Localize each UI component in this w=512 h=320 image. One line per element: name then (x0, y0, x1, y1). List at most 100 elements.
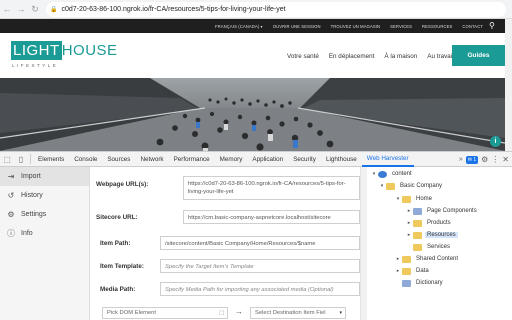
topnav-find-store[interactable]: TROUVEZ UN MAGASIN (331, 24, 381, 29)
search-icon[interactable]: ⚲ (489, 21, 495, 30)
topnav-language[interactable]: FRANÇAIS (CANADA) ▾ (215, 24, 263, 29)
document-icon (413, 207, 422, 215)
topnav-login[interactable]: OUVRIR UNE SESSION (273, 24, 321, 29)
tab-divider (30, 154, 31, 164)
folder-icon (402, 267, 411, 275)
page-scrollbar[interactable] (505, 19, 512, 151)
tree-node-label: Services (427, 244, 451, 250)
back-icon[interactable]: ← (0, 0, 14, 19)
tree-node-content[interactable]: ▾ content (370, 169, 414, 179)
logo-rest: HOUSE (61, 42, 118, 59)
topnav-resources[interactable]: RESSOURCES (422, 24, 452, 29)
tree-node-services[interactable]: Services (405, 242, 452, 252)
menu-item-settings[interactable]: ⚙ Settings (0, 205, 89, 224)
media-path-input[interactable]: Specify Media Path for importing any ass… (160, 282, 360, 296)
settings-icon: ⚙ (7, 210, 15, 219)
logo-highlight: LIGHT (11, 41, 62, 60)
tree-node-label: Basic Company (400, 183, 443, 189)
forward-icon[interactable]: → (14, 0, 28, 19)
media-path-label: Media Path: (100, 286, 136, 293)
tree-node-label: Home (416, 196, 433, 202)
expand-toggle-icon[interactable]: ▸ (394, 256, 402, 262)
tab-sources[interactable]: Sources (102, 152, 135, 167)
menu-item-import[interactable]: ⇥ Import (0, 167, 89, 186)
tree-node-basic-company[interactable]: ▾ Basic Company (378, 181, 444, 191)
tree-node-label: Shared Content (416, 256, 459, 262)
settings-gear-icon[interactable]: ⚙ (481, 155, 488, 164)
tree-node-label: Products (427, 220, 451, 226)
expand-toggle-icon[interactable]: ▸ (405, 208, 413, 214)
item-template-label: Item Template: (100, 263, 144, 270)
inspect-icon[interactable]: ⬚ (0, 152, 14, 166)
more-tabs-icon[interactable]: » (459, 156, 463, 163)
menu-item-label: Info (21, 230, 33, 237)
nav-at-work[interactable]: Au travail (427, 53, 453, 60)
address-bar[interactable]: 🔒 c0d7-20-63-86-100.ngrok.io/fr-CA/resou… (46, 1, 506, 17)
reload-icon[interactable]: ↻ (28, 0, 42, 19)
nav-on-the-go[interactable]: En déplacement (329, 53, 375, 60)
site-header: LIGHT HOUSE LIFESTYLE Votre santé En dépl… (0, 33, 505, 78)
history-icon: ↺ (7, 191, 15, 200)
tree-node-label: Page Components (427, 208, 477, 214)
tree-node-data[interactable]: ▸ Data (394, 266, 431, 276)
destination-field-select[interactable]: Select Destination Item Fiel ▾ (250, 307, 346, 319)
expand-toggle-icon[interactable]: ▸ (405, 220, 413, 226)
guides-button[interactable]: Guides (452, 45, 505, 66)
tab-console[interactable]: Console (69, 152, 102, 167)
tree-node-resources[interactable]: ▸ Resources (405, 230, 458, 240)
tree-node-dictionary[interactable]: Dictionary (394, 278, 445, 288)
browser-toolbar: ← → ↻ 🔒 c0d7-20-63-86-100.ngrok.io/fr-CA… (0, 0, 512, 19)
expand-toggle-icon[interactable]: ▾ (378, 183, 386, 189)
tree-node-label: Data (416, 268, 429, 274)
destination-placeholder: Select Destination Item Fiel (255, 310, 326, 316)
kebab-menu-icon[interactable]: ⋮ (491, 155, 499, 164)
tree-node-page-components[interactable]: ▸ Page Components (405, 206, 479, 216)
sitecore-url-input[interactable]: https://cm.basic-company-aspnetcore.loca… (183, 210, 360, 224)
folder-icon (413, 219, 422, 227)
tab-web-harvester[interactable]: Web Harvester (361, 152, 414, 167)
tab-application[interactable]: Application (247, 152, 288, 167)
menu-item-label: Import (21, 173, 41, 180)
tab-elements[interactable]: Elements (33, 152, 69, 167)
expand-toggle-icon[interactable]: ▾ (370, 171, 378, 177)
item-path-label: Item Path: (100, 240, 131, 247)
topnav-services[interactable]: SERVICES (390, 24, 412, 29)
menu-item-history[interactable]: ↺ History (0, 186, 89, 205)
close-devtools-icon[interactable]: ✕ (502, 155, 509, 164)
tab-memory[interactable]: Memory (215, 152, 248, 167)
lighthouse-logo[interactable]: LIGHT HOUSE LIFESTYLE (11, 41, 118, 68)
devtools-actions: » ✉ 1 ⚙ ⋮ ✕ (459, 152, 512, 167)
tree-node-products[interactable]: ▸ Products (405, 218, 453, 228)
messages-badge[interactable]: ✉ 1 (465, 155, 479, 164)
devtools-tabbar: ⬚ ▯ Elements Console Sources Network Per… (0, 151, 512, 167)
expand-toggle-icon[interactable]: ▸ (394, 268, 402, 274)
item-path-input[interactable]: /sitecore/content/Basic Company/Home/Res… (160, 236, 360, 250)
nav-health[interactable]: Votre santé (287, 53, 319, 60)
import-form: Webpage URL(s): https://c0d7-20-63-86-10… (90, 167, 360, 320)
webpage-url-input[interactable]: https://c0d7-20-63-86-100.ngrok.io/fr-CA… (183, 176, 360, 200)
expand-toggle-icon[interactable]: ▸ (405, 232, 413, 238)
tree-node-shared-content[interactable]: ▸ Shared Content (394, 254, 460, 264)
menu-item-info[interactable]: ⓘ Info (0, 224, 89, 243)
info-badge[interactable]: i (490, 136, 501, 147)
content-tree: ▾ content ▾ Basic Company ▾ Home ▸ Page … (367, 167, 512, 320)
topnav-contact[interactable]: CONTACT (462, 24, 483, 29)
expand-toggle-icon[interactable]: ▾ (394, 196, 402, 202)
tab-network[interactable]: Network (135, 152, 168, 167)
marathon-photo (0, 78, 505, 151)
globe-icon (378, 170, 387, 178)
tree-node-home[interactable]: ▾ Home (394, 194, 434, 204)
item-template-input[interactable]: Specify the Target Item's Template (160, 259, 360, 273)
sitecore-url-label: Sitecore URL: (96, 214, 138, 221)
nav-at-home[interactable]: À la maison (384, 53, 417, 60)
tab-security[interactable]: Security (288, 152, 321, 167)
device-toggle-icon[interactable]: ▯ (14, 152, 28, 166)
menu-item-label: Settings (21, 211, 47, 218)
dom-element-picker[interactable]: Pick DOM Element ⬚ (102, 307, 228, 319)
tab-performance[interactable]: Performance (169, 152, 215, 167)
folder-icon (402, 195, 411, 203)
pick-element-icon[interactable]: ⬚ (219, 308, 224, 318)
webpage-url-label: Webpage URL(s): (96, 181, 149, 188)
tab-lighthouse[interactable]: Lighthouse (321, 152, 362, 167)
form-scrollbar[interactable] (360, 167, 367, 320)
